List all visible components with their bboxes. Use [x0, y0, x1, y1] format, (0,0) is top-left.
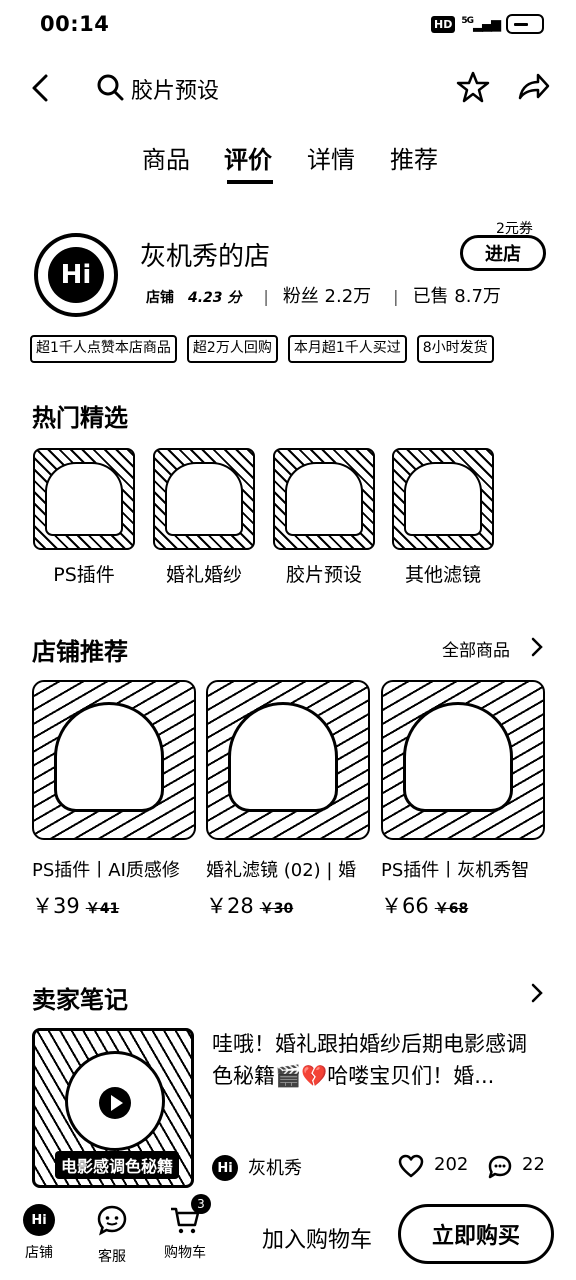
shop-tag: 超2万人回购	[186, 335, 278, 363]
hot-item-label: 婚礼婚纱	[165, 564, 242, 586]
hot-section-title: 热门精选	[32, 404, 128, 432]
shop-tag: 本月超1千人买过	[287, 335, 407, 363]
shop-icon: Hi	[23, 1204, 55, 1236]
price: ￥39	[32, 894, 80, 918]
price: ￥28	[206, 894, 254, 918]
shop-logo-mark: Hi	[48, 247, 104, 303]
shop-name[interactable]: 灰机秀的店	[140, 236, 270, 273]
chevron-right-icon[interactable]	[530, 982, 544, 1004]
favorite-star-icon[interactable]	[456, 70, 490, 104]
network-type: 5G	[461, 15, 474, 26]
bottom-nav-service[interactable]: 客服	[82, 1204, 142, 1266]
divider: |	[393, 287, 399, 306]
shop-score: 4.23 分	[188, 290, 242, 306]
hot-item-image	[153, 448, 255, 550]
comment-icon[interactable]	[487, 1154, 513, 1180]
bottom-action-bar: Hi 店铺 客服 3 购物车 加入购物车 立即购买	[0, 1192, 576, 1280]
cart-count-badge: 3	[191, 1194, 211, 1214]
note-author[interactable]: 灰机秀	[248, 1154, 302, 1180]
recommend-item-image	[32, 680, 196, 840]
status-bar: 00:14 HD 5G▂▄▆	[0, 0, 576, 52]
original-price: ￥30	[259, 901, 294, 917]
hot-item[interactable]: 胶片预设	[273, 448, 375, 587]
notes-section-title: 卖家笔记	[32, 986, 128, 1014]
bottom-nav-cart[interactable]: 3 购物车	[155, 1194, 215, 1262]
bottom-nav-label: 店铺	[25, 1245, 53, 1261]
hot-item-label: 其他滤镜	[404, 564, 481, 586]
tab-details[interactable]: 详情	[307, 140, 355, 175]
divider: |	[263, 287, 269, 306]
status-indicators: HD 5G▂▄▆	[431, 14, 544, 34]
recommend-item[interactable]: PS插件丨AI质感修 ￥39 ￥41	[32, 680, 196, 920]
hot-item[interactable]: 婚礼婚纱	[153, 448, 255, 587]
buy-now-button[interactable]: 立即购买	[398, 1204, 554, 1264]
bottom-nav-label: 客服	[98, 1249, 126, 1265]
active-tab-indicator	[227, 180, 273, 184]
signal-icon: 5G▂▄▆	[461, 15, 501, 33]
share-icon[interactable]	[516, 70, 550, 104]
all-products-link[interactable]: 全部商品	[442, 636, 510, 661]
author-avatar[interactable]: Hi	[212, 1155, 238, 1181]
comment-count: 22	[522, 1154, 545, 1175]
hd-icon: HD	[431, 15, 456, 33]
heart-icon[interactable]	[398, 1154, 424, 1178]
header: 胶片预设	[0, 60, 576, 116]
shop-logo[interactable]: Hi	[34, 233, 118, 317]
recommend-item-price: ￥28 ￥30	[206, 890, 370, 920]
enter-shop-button[interactable]: 进店	[460, 235, 546, 271]
tab-recommend[interactable]: 推荐	[390, 140, 438, 175]
original-price: ￥41	[85, 901, 120, 917]
recommend-section-title: 店铺推荐	[32, 638, 128, 666]
note-text[interactable]: 哇哦！婚礼跟拍婚纱后期电影感调色秘籍🎬💔哈喽宝贝们！婚...	[212, 1028, 542, 1092]
hot-item-image	[33, 448, 135, 550]
shop-fans: 粉丝 2.2万	[282, 286, 372, 307]
hot-item-label: PS插件	[53, 564, 115, 586]
tab-products[interactable]: 商品	[142, 140, 190, 175]
search-query[interactable]: 胶片预设	[131, 73, 219, 105]
shop-score-label: 店铺	[146, 290, 174, 306]
add-to-cart-button[interactable]: 加入购物车	[262, 1222, 372, 1254]
play-icon[interactable]	[99, 1087, 131, 1119]
recommend-item-image	[206, 680, 370, 840]
recommend-item-title: 婚礼滤镜 (02) | 婚	[206, 860, 357, 881]
recommend-item-title: PS插件丨灰机秀智	[381, 860, 530, 881]
customer-service-icon	[97, 1205, 127, 1236]
status-time: 00:14	[40, 12, 110, 36]
original-price: ￥68	[434, 901, 469, 917]
tab-bar: 商品 评价 详情 推荐	[0, 136, 576, 186]
back-icon[interactable]	[28, 72, 54, 104]
bottom-nav-label: 购物车	[164, 1245, 206, 1261]
cart-icon: 3	[169, 1194, 211, 1236]
shop-tags: 超1千人点赞本店商品 超2万人回购 本月超1千人买过 8小时发货	[30, 335, 560, 363]
recommend-item-title: PS插件丨AI质感修	[32, 860, 180, 881]
shop-stats: 店铺 4.23 分 | 粉丝 2.2万 | 已售 8.7万	[146, 282, 501, 308]
shop-sold: 已售 8.7万	[412, 286, 501, 307]
hot-item-label: 胶片预设	[285, 564, 362, 586]
shop-tag: 超1千人点赞本店商品	[30, 335, 177, 363]
note-image-caption: 电影感调色秘籍	[55, 1151, 180, 1179]
tab-reviews[interactable]: 评价	[224, 140, 272, 175]
recommend-item[interactable]: 婚礼滤镜 (02) | 婚 ￥28 ￥30	[206, 680, 370, 920]
bottom-nav-shop[interactable]: Hi 店铺	[9, 1204, 69, 1262]
price: ￥66	[381, 894, 429, 918]
battery-icon	[506, 14, 544, 34]
hot-item[interactable]: PS插件	[33, 448, 135, 587]
hot-item[interactable]: 其他滤镜	[392, 448, 494, 587]
hot-item-image	[273, 448, 375, 550]
search-icon[interactable]	[96, 73, 124, 101]
shop-tag: 8小时发货	[416, 335, 494, 363]
hot-item-image	[392, 448, 494, 550]
note-image[interactable]: 电影感调色秘籍	[32, 1028, 194, 1188]
like-count: 202	[434, 1154, 469, 1175]
recommend-item-price: ￥66 ￥68	[381, 890, 545, 920]
recommend-item[interactable]: PS插件丨灰机秀智 ￥66 ￥68	[381, 680, 545, 920]
chevron-right-icon[interactable]	[530, 636, 544, 658]
recommend-item-price: ￥39 ￥41	[32, 890, 196, 920]
recommend-item-image	[381, 680, 545, 840]
